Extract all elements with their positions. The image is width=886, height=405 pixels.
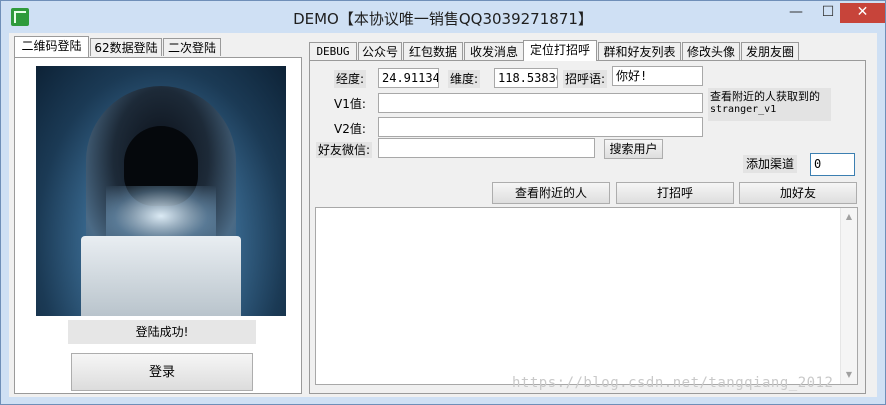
login-button[interactable]: 登录 xyxy=(71,353,253,391)
longitude-label: 经度: xyxy=(334,70,367,88)
laptop-shape xyxy=(81,236,241,316)
tab-second-login[interactable]: 二次登陆 xyxy=(163,38,221,56)
login-status: 登陆成功! xyxy=(68,320,256,344)
tab-official-account[interactable]: 公众号 xyxy=(358,42,402,60)
friend-wechat-input[interactable] xyxy=(378,138,595,158)
output-textarea[interactable]: ▲ ▼ xyxy=(315,207,858,385)
minimize-button[interactable]: — xyxy=(782,3,810,23)
longitude-input[interactable]: 24.911349 xyxy=(378,68,439,88)
v1-info-note: 查看附近的人获取到的 stranger_v1 xyxy=(708,88,831,121)
view-nearby-button[interactable]: 查看附近的人 xyxy=(492,182,610,204)
greet-button[interactable]: 打招呼 xyxy=(616,182,734,204)
latitude-label: 维度: xyxy=(448,70,481,88)
title-bar: DEMO【本协议唯一销售QQ3039271871】 — ☐ ✕ xyxy=(1,1,885,33)
vertical-scrollbar[interactable]: ▲ ▼ xyxy=(840,208,857,384)
watermark: https://blog.csdn.net/tangqiang_2012 xyxy=(512,375,834,391)
tab-qrcode-login[interactable]: 二维码登陆 xyxy=(14,36,89,57)
qrcode-image xyxy=(36,66,286,316)
scroll-up-icon[interactable]: ▲ xyxy=(844,212,854,222)
search-user-button[interactable]: 搜索用户 xyxy=(604,139,663,159)
tab-messages[interactable]: 收发消息 xyxy=(464,42,524,60)
v2-label: V2值: xyxy=(334,122,366,136)
tab-62data-login[interactable]: 62数据登陆 xyxy=(90,38,162,56)
tab-redpacket-data[interactable]: 红包数据 xyxy=(403,42,463,60)
info-line-1: 查看附近的人获取到的 xyxy=(710,90,820,103)
greeting-label: 招呼语: xyxy=(563,70,608,88)
greeting-input[interactable]: 你好! xyxy=(612,66,703,86)
add-friend-button[interactable]: 加好友 xyxy=(739,182,857,204)
tab-location-greet[interactable]: 定位打招呼 xyxy=(523,40,597,61)
tab-debug[interactable]: DEBUG xyxy=(309,42,357,60)
maximize-button[interactable]: ☐ xyxy=(814,3,842,23)
v1-label: V1值: xyxy=(334,97,366,111)
scroll-down-icon[interactable]: ▼ xyxy=(844,370,854,380)
close-button[interactable]: ✕ xyxy=(840,3,885,23)
tab-change-avatar[interactable]: 修改头像 xyxy=(682,42,740,60)
window-title: DEMO【本协议唯一销售QQ3039271871】 xyxy=(293,10,593,28)
info-line-2: stranger_v1 xyxy=(710,104,777,115)
v2-input[interactable] xyxy=(378,117,703,137)
latitude-input[interactable]: 118.538361 xyxy=(494,68,558,88)
add-channel-input[interactable]: 0 xyxy=(810,153,855,176)
add-channel-label: 添加渠道 xyxy=(743,155,798,173)
v1-input[interactable] xyxy=(378,93,703,113)
tab-moments[interactable]: 发朋友圈 xyxy=(741,42,799,60)
friend-wechat-label: 好友微信: xyxy=(316,142,373,158)
tab-groups-friends[interactable]: 群和好友列表 xyxy=(598,42,681,60)
